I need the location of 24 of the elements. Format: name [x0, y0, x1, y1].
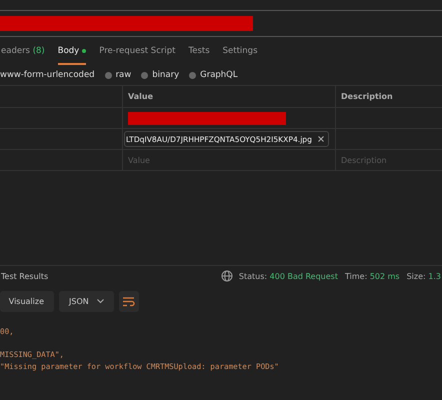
globe-icon[interactable] [220, 270, 233, 282]
visualize-button[interactable]: Visualize [0, 291, 54, 312]
column-header: Value [128, 92, 154, 101]
request-tab[interactable]: Settings [222, 39, 258, 65]
radio-option[interactable]: raw [104, 70, 132, 80]
request-tab[interactable]: Pre-request Script [99, 39, 176, 65]
response-tab[interactable]: Test Results [1, 272, 48, 280]
wrap-lines-button[interactable] [118, 291, 139, 312]
close-icon[interactable] [318, 136, 324, 142]
status-item: Size: 1.3 [406, 272, 441, 280]
request-tab[interactable]: eaders (8) [1, 39, 45, 65]
caret-icon [96, 299, 104, 304]
wrap-icon [122, 296, 135, 306]
request-tab[interactable]: Body [58, 39, 86, 65]
format-dropdown[interactable]: JSON [59, 291, 114, 312]
request-tab[interactable]: Tests [188, 39, 210, 65]
body-type-option[interactable]: www-form-urlencoded [0, 70, 95, 80]
status-item: Status: 400 Bad Request [238, 272, 338, 280]
radio-option[interactable]: binary [141, 70, 180, 80]
column-header: Description [341, 92, 393, 101]
status-item: Time: 502 ms [344, 272, 400, 280]
description-field[interactable]: Description [341, 156, 431, 164]
value-field[interactable]: Value [128, 156, 218, 164]
radio-option[interactable]: GraphQL [189, 70, 238, 80]
